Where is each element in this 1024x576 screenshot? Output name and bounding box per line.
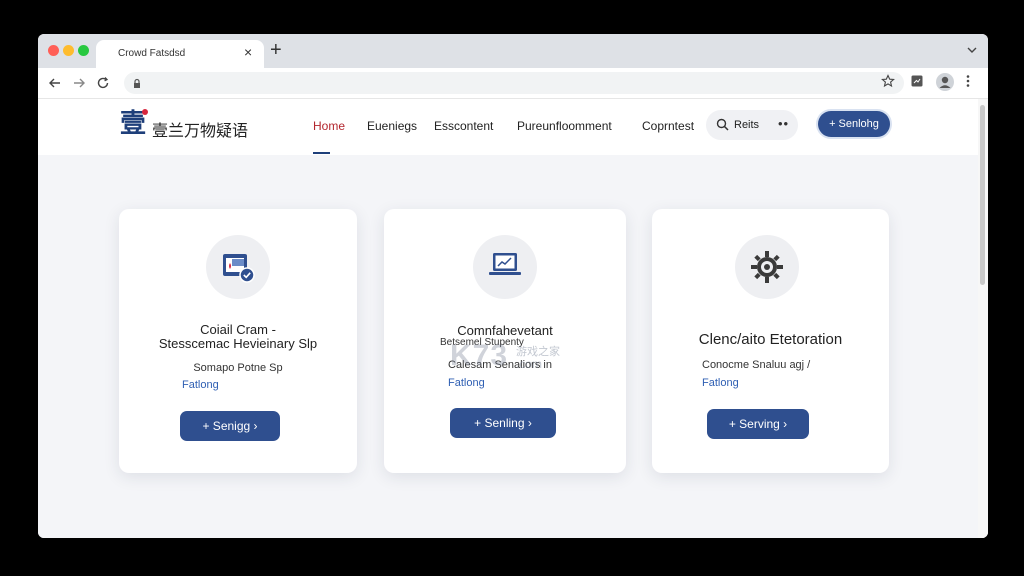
tab-close-icon[interactable]: × bbox=[244, 45, 252, 59]
nav-contact[interactable]: Coprntest bbox=[642, 119, 694, 133]
tab-bar: Crowd Fatsdsd × + bbox=[38, 34, 988, 68]
gear-icon bbox=[751, 251, 783, 283]
minimize-window-button[interactable] bbox=[63, 45, 74, 56]
watermark-logo: K73 bbox=[450, 339, 509, 372]
browser-menu-icon[interactable] bbox=[965, 74, 971, 93]
card-icon-circle bbox=[735, 235, 799, 299]
browser-tab[interactable]: Crowd Fatsdsd × bbox=[96, 40, 264, 68]
nav-home[interactable]: Home bbox=[313, 119, 345, 133]
card-icon-circle bbox=[206, 235, 270, 299]
search-button[interactable]: Reits •• bbox=[706, 110, 798, 140]
close-window-button[interactable] bbox=[48, 45, 59, 56]
card-title-line-1: Coiail Cram - bbox=[200, 322, 276, 337]
logo-text[interactable]: 壹兰万物疑语 bbox=[152, 117, 248, 141]
page-scrollbar[interactable] bbox=[978, 99, 988, 538]
scrollbar-thumb[interactable] bbox=[980, 105, 985, 285]
card-link[interactable]: Fatlong bbox=[182, 379, 219, 391]
card-1-action-button[interactable]: + Senigg › bbox=[180, 411, 280, 441]
service-card-1: Coiail Cram - Stesscemac Hevieinary Slp … bbox=[119, 209, 357, 473]
service-card-3: Clenc/aito Etetoration Conocme Snaluu ag… bbox=[652, 209, 889, 473]
card-link[interactable]: Fatlong bbox=[448, 377, 485, 389]
header-cta-button[interactable]: + Senlohg bbox=[818, 111, 890, 137]
more-icon[interactable]: •• bbox=[778, 116, 789, 131]
browser-toolbar bbox=[38, 68, 988, 99]
lock-icon[interactable] bbox=[132, 77, 142, 95]
card-2-action-button[interactable]: + Senling › bbox=[450, 408, 556, 438]
bookmark-star-icon[interactable] bbox=[881, 74, 895, 93]
document-check-icon bbox=[223, 254, 255, 283]
extension-icon[interactable] bbox=[910, 74, 924, 93]
browser-window: Crowd Fatsdsd × + 壹 壹兰万物疑语 Home Eueniegs… bbox=[38, 34, 988, 538]
card-title-line-2: Stesscemac Hevieinary Slp bbox=[158, 336, 318, 351]
reload-icon[interactable] bbox=[96, 76, 110, 95]
back-arrow-icon[interactable] bbox=[48, 76, 62, 95]
search-label: Reits bbox=[734, 119, 760, 131]
maximize-window-button[interactable] bbox=[78, 45, 89, 56]
profile-avatar[interactable] bbox=[936, 73, 954, 96]
tab-title: Crowd Fatsdsd bbox=[118, 48, 186, 59]
card-icon-circle bbox=[473, 235, 537, 299]
forward-arrow-icon[interactable] bbox=[72, 76, 86, 95]
nav-business[interactable]: Eueniegs bbox=[367, 119, 417, 133]
card-title-line-1: Comnfahevetant bbox=[457, 323, 553, 338]
address-bar[interactable] bbox=[124, 72, 904, 94]
card-title: Clenc/aito Etetoration bbox=[698, 331, 843, 348]
logo-dot bbox=[142, 109, 148, 115]
new-tab-button[interactable]: + bbox=[270, 40, 282, 60]
nav-content[interactable]: Esscontent bbox=[434, 119, 493, 133]
card-3-action-button[interactable]: + Serving › bbox=[707, 409, 809, 439]
logo-mark[interactable]: 壹 bbox=[120, 111, 146, 137]
card-description: Conocme Snaluu agj / bbox=[702, 359, 811, 371]
card-link[interactable]: Fatlong bbox=[702, 377, 739, 389]
active-nav-indicator bbox=[313, 152, 330, 154]
watermark-domain: .com bbox=[516, 357, 543, 371]
search-icon bbox=[716, 118, 729, 136]
site-header: 壹 壹兰万物疑语 Home Eueniegs Esscontent Pureun… bbox=[38, 99, 978, 155]
web-page: 壹 壹兰万物疑语 Home Eueniegs Esscontent Pureun… bbox=[38, 99, 988, 538]
card-description: Somapo Potne Sp bbox=[193, 362, 283, 374]
tab-search-chevron-icon[interactable] bbox=[966, 43, 978, 61]
nav-procurement[interactable]: Pureunfloomment bbox=[517, 119, 612, 133]
laptop-chart-icon bbox=[489, 253, 521, 275]
